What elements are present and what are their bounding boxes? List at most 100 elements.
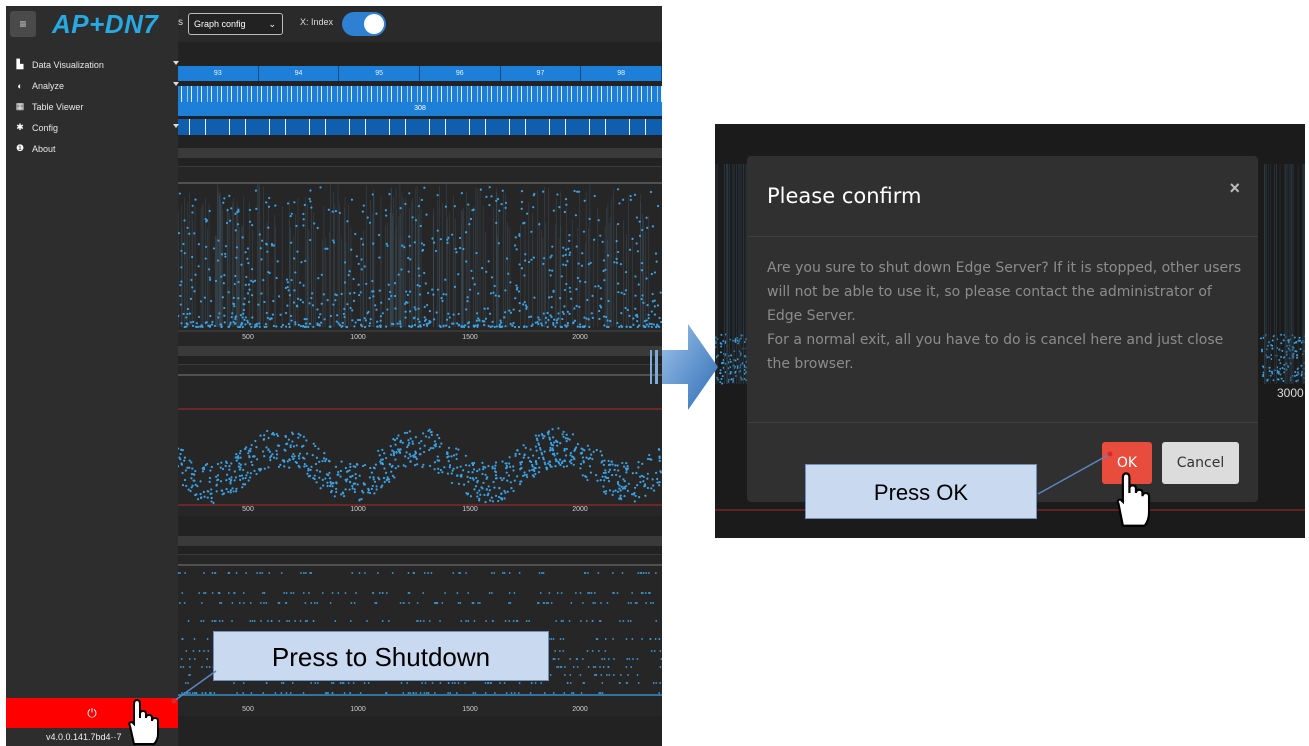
- data-point: [197, 243, 200, 246]
- data-point: [1270, 354, 1273, 357]
- data-point: [289, 692, 292, 694]
- data-point: [303, 462, 306, 466]
- data-point: [634, 294, 637, 297]
- data-point: [180, 322, 183, 325]
- data-point: [643, 325, 646, 328]
- data-point: [607, 463, 611, 467]
- data-point: [479, 188, 482, 191]
- data-point: [435, 602, 438, 604]
- data-point: [331, 592, 334, 594]
- dialog-message: Are you sure to shut down Edge Server? I…: [767, 256, 1245, 376]
- data-point: [193, 479, 196, 482]
- data-point: [1300, 364, 1303, 367]
- data-point: [290, 212, 293, 215]
- data-point: [340, 460, 343, 463]
- sidebar-item-analyze[interactable]: ◐ Analyze: [14, 75, 179, 96]
- data-point: [645, 216, 648, 219]
- data-point: [276, 434, 280, 438]
- data-point: [464, 464, 468, 467]
- data-point: [619, 620, 621, 622]
- data-point: [522, 303, 525, 306]
- data-point: [625, 468, 628, 472]
- timeline-row-summary: 308: [178, 102, 662, 116]
- data-point: [626, 308, 629, 312]
- data-point: [488, 489, 491, 492]
- data-point: [294, 321, 297, 324]
- x-tick-label: 500: [242, 334, 254, 341]
- data-point: [650, 487, 653, 490]
- sidebar-item-data-visualization[interactable]: ▙ Data Visualization: [14, 54, 179, 75]
- timeline-cell[interactable]: 93: [178, 66, 259, 81]
- data-point: [371, 193, 374, 196]
- sidebar-item-label: Analyze: [32, 80, 65, 91]
- sidebar-item-about[interactable]: ❶ About: [14, 138, 179, 159]
- data-point: [233, 479, 236, 482]
- timeline-cell[interactable]: 95: [339, 66, 420, 81]
- data-point: [353, 488, 356, 491]
- data-point: [445, 318, 449, 321]
- data-point: [328, 471, 331, 474]
- data-point: [550, 443, 553, 446]
- sidebar-item-config[interactable]: ✱ Config: [14, 117, 179, 138]
- data-point: [342, 494, 346, 498]
- hamburger-menu-icon[interactable]: ≡: [10, 11, 36, 37]
- data-point: [186, 323, 189, 326]
- data-point: [353, 490, 357, 494]
- x-index-toggle[interactable]: [342, 12, 386, 36]
- data-point: [287, 322, 290, 326]
- data-point: [597, 285, 600, 288]
- data-point: [600, 461, 603, 464]
- data-point: [319, 186, 322, 189]
- data-point: [602, 485, 605, 488]
- data-point: [654, 471, 658, 474]
- data-point: [396, 322, 399, 325]
- data-point: [230, 315, 233, 319]
- data-point: [335, 314, 339, 317]
- data-point: [309, 189, 312, 192]
- sidebar-item-table-viewer[interactable]: ▦ Table Viewer: [14, 96, 179, 117]
- data-point: [392, 437, 395, 441]
- data-point: [384, 325, 388, 328]
- data-point: [425, 692, 428, 694]
- data-point: [186, 307, 189, 311]
- data-point: [623, 479, 626, 483]
- data-point: [362, 204, 365, 207]
- data-point: [268, 572, 271, 574]
- data-point: [518, 483, 522, 486]
- data-point: [658, 692, 661, 694]
- close-icon[interactable]: ×: [1229, 178, 1240, 199]
- data-point: [576, 666, 579, 668]
- data-point: [505, 692, 508, 694]
- data-point: [225, 479, 228, 482]
- data-point: [604, 475, 607, 478]
- data-point: [544, 463, 547, 466]
- data-point: [424, 282, 427, 285]
- data-point: [740, 334, 743, 337]
- data-point: [646, 226, 649, 230]
- timeline-cell[interactable]: 98: [581, 66, 662, 81]
- data-point: [538, 223, 541, 226]
- data-point: [183, 456, 187, 459]
- data-point: [394, 443, 397, 446]
- timeline-cell[interactable]: 94: [259, 66, 340, 81]
- data-point: [625, 325, 628, 328]
- gear-icon: ✱: [16, 122, 24, 132]
- data-point: [294, 620, 297, 622]
- data-point: [284, 449, 287, 452]
- data-point: [544, 316, 548, 320]
- timeline-cell[interactable]: 97: [501, 66, 582, 81]
- data-point: [181, 471, 184, 475]
- data-point: [596, 638, 599, 640]
- cancel-button[interactable]: Cancel: [1162, 442, 1239, 484]
- timeline-cell[interactable]: 96: [420, 66, 501, 81]
- scatter-chart-1[interactable]: 500 1000 1500 2000: [178, 166, 662, 346]
- data-point: [393, 476, 396, 479]
- x-tick-label: 2000: [572, 506, 588, 513]
- scatter-chart-2[interactable]: 500 1000 1500 2000: [178, 364, 662, 516]
- data-point: [253, 325, 256, 329]
- data-point: [552, 692, 555, 694]
- graph-config-select[interactable]: Graph config ⌄: [188, 13, 283, 35]
- data-point: [499, 476, 502, 480]
- data-point: [318, 470, 322, 473]
- data-point: [432, 241, 436, 244]
